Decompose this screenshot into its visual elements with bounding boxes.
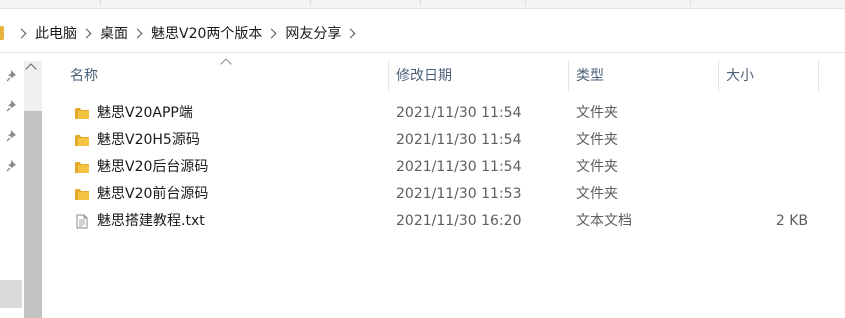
file-name: 魅思搭建教程.txt: [97, 213, 205, 229]
pin-icon[interactable]: [6, 98, 20, 112]
file-type: 文件夹: [576, 132, 618, 148]
file-date: 2021/11/30 16:20: [396, 213, 522, 229]
file-type: 文本文档: [576, 213, 632, 229]
breadcrumb-item-parent-folder[interactable]: 魅思V20两个版本: [151, 23, 262, 43]
breadcrumb-item-this-pc[interactable]: 此电脑: [35, 23, 77, 43]
folder-icon: [75, 162, 89, 173]
nav-selected-item[interactable]: [0, 280, 22, 308]
folder-icon: [75, 189, 89, 200]
breadcrumb-item-current-folder[interactable]: 网友分享: [285, 23, 341, 43]
nav-scrollbar-thumb[interactable]: [24, 111, 42, 318]
breadcrumb-item-desktop[interactable]: 桌面: [100, 23, 128, 43]
chevron-right-icon[interactable]: [132, 28, 143, 38]
breadcrumb: 此电脑 桌面 魅思V20两个版本 网友分享: [12, 14, 364, 52]
file-type: 文件夹: [576, 105, 618, 121]
column-header-date[interactable]: 修改日期: [388, 60, 568, 92]
file-name: 魅思V20前台源码: [97, 186, 209, 202]
folder-icon: [75, 108, 89, 119]
list-item[interactable]: 魅思V20后台源码 2021/11/30 11:54 文件夹: [44, 154, 845, 181]
address-bar[interactable]: 此电脑 桌面 魅思V20两个版本 网友分享: [0, 14, 845, 53]
column-header-name[interactable]: 名称: [62, 60, 388, 92]
file-name: 魅思V20APP端: [97, 105, 193, 121]
pin-icon[interactable]: [6, 158, 20, 172]
chevron-right-icon[interactable]: [81, 28, 92, 38]
file-size: 2 KB: [775, 213, 808, 229]
text-file-icon: [76, 214, 88, 229]
file-date: 2021/11/30 11:53: [396, 186, 522, 202]
file-type: 文件夹: [576, 186, 618, 202]
list-item[interactable]: 魅思V20前台源码 2021/11/30 11:53 文件夹: [44, 181, 845, 208]
column-header-size[interactable]: 大小: [718, 60, 818, 92]
chevron-right-icon[interactable]: [266, 28, 277, 38]
list-item[interactable]: 魅思搭建教程.txt 2021/11/30 16:20 文本文档 2 KB: [44, 208, 845, 235]
file-type: 文件夹: [576, 159, 618, 175]
chevron-right-icon[interactable]: [16, 28, 27, 38]
file-date: 2021/11/30 11:54: [396, 159, 522, 175]
folder-icon: [0, 26, 4, 40]
file-date: 2021/11/30 11:54: [396, 105, 522, 121]
chevron-right-icon[interactable]: [345, 28, 356, 38]
folder-icon: [75, 135, 89, 146]
file-size: [724, 154, 808, 181]
file-name: 魅思V20后台源码: [97, 159, 209, 175]
file-list: 魅思V20APP端 2021/11/30 11:54 文件夹 魅思V20H5源码…: [44, 100, 845, 235]
pin-icon[interactable]: [6, 128, 20, 142]
column-header-type[interactable]: 类型: [568, 60, 718, 92]
file-size: [724, 127, 808, 154]
file-size: [724, 181, 808, 208]
file-name: 魅思V20H5源码: [97, 132, 200, 148]
pin-icon[interactable]: [6, 68, 20, 82]
ribbon-strip: [0, 0, 845, 9]
file-explorer-window: 此电脑 桌面 魅思V20两个版本 网友分享 名称 修改日期 类型 大小 魅思V2…: [0, 0, 845, 318]
file-date: 2021/11/30 11:54: [396, 132, 522, 148]
file-size: [724, 100, 808, 127]
list-item[interactable]: 魅思V20H5源码 2021/11/30 11:54 文件夹: [44, 127, 845, 154]
navigation-pane: [0, 53, 44, 318]
list-item[interactable]: 魅思V20APP端 2021/11/30 11:54 文件夹: [44, 100, 845, 127]
column-headers: 名称 修改日期 类型 大小: [44, 58, 845, 92]
